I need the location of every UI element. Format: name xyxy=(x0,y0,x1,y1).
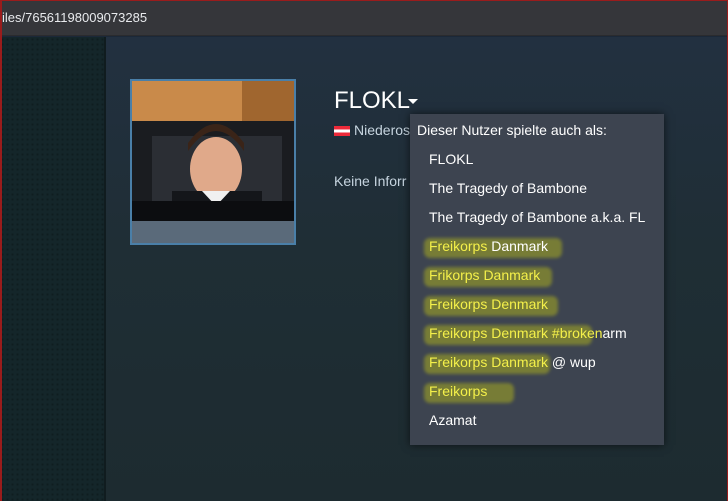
location-text: Niederos xyxy=(354,122,411,138)
alias-item[interactable]: Freikorps xyxy=(429,383,487,399)
austria-flag-icon xyxy=(334,126,350,136)
alias-item[interactable]: Freikorps Denmark xyxy=(429,296,548,312)
name-history-dropdown: Dieser Nutzer spielte auch als: FLOKL The… xyxy=(410,114,664,445)
alias-text: The Tragedy of Bambone a.k.a. FL xyxy=(429,209,646,225)
browser-address-bar[interactable]: iles/76561198009073285 xyxy=(0,0,728,36)
alias-text: FLOKL xyxy=(429,151,474,167)
avatar[interactable] xyxy=(130,79,296,245)
dropdown-header: Dieser Nutzer spielte auch als: xyxy=(417,122,607,138)
alias-text: arm xyxy=(602,325,627,341)
window-border xyxy=(0,0,2,501)
name-history-caret-icon[interactable] xyxy=(408,99,418,104)
alias-item[interactable]: The Tragedy of Bambone xyxy=(429,180,587,196)
alias-text: The Tragedy of Bambone xyxy=(429,180,587,196)
side-divider xyxy=(104,37,106,501)
alias-text: Freikorps Denmark xyxy=(429,296,549,312)
alias-item[interactable]: Freikorps Danmark xyxy=(429,238,548,254)
profile-location: Niederos xyxy=(334,122,410,138)
window-border xyxy=(0,0,728,1)
profile-summary: Keine Inforr xyxy=(334,173,407,189)
alias-text: Freikorps xyxy=(429,238,488,254)
alias-text: Danmark xyxy=(487,238,549,254)
alias-item[interactable]: FLOKL xyxy=(429,151,473,167)
alias-text: Freikorps Danmark xyxy=(429,354,549,370)
alias-item[interactable]: Frikorps Danmark xyxy=(429,267,540,283)
alias-item[interactable]: Freikorps Danmark @ wup xyxy=(429,354,596,370)
alias-item[interactable]: The Tragedy of Bambone a.k.a. FL xyxy=(429,209,645,225)
alias-text: @ wup xyxy=(548,354,596,370)
alias-item[interactable]: Azamat xyxy=(429,412,476,428)
url-text[interactable]: iles/76561198009073285 xyxy=(2,10,147,25)
profile-page: FLOKL Niederos Keine Inforr Dieser Nutze… xyxy=(0,37,728,501)
alias-text: Freikorps Denmark #broken xyxy=(429,325,603,341)
side-background-texture xyxy=(0,37,106,501)
alias-text: Frikorps Danmark xyxy=(429,267,541,283)
profile-name: FLOKL xyxy=(334,87,411,114)
alias-text: Azamat xyxy=(429,412,477,428)
avatar-image xyxy=(132,81,294,243)
alias-text: Freikorps xyxy=(429,383,488,399)
alias-item[interactable]: Freikorps Denmark #brokenarm xyxy=(429,325,627,341)
